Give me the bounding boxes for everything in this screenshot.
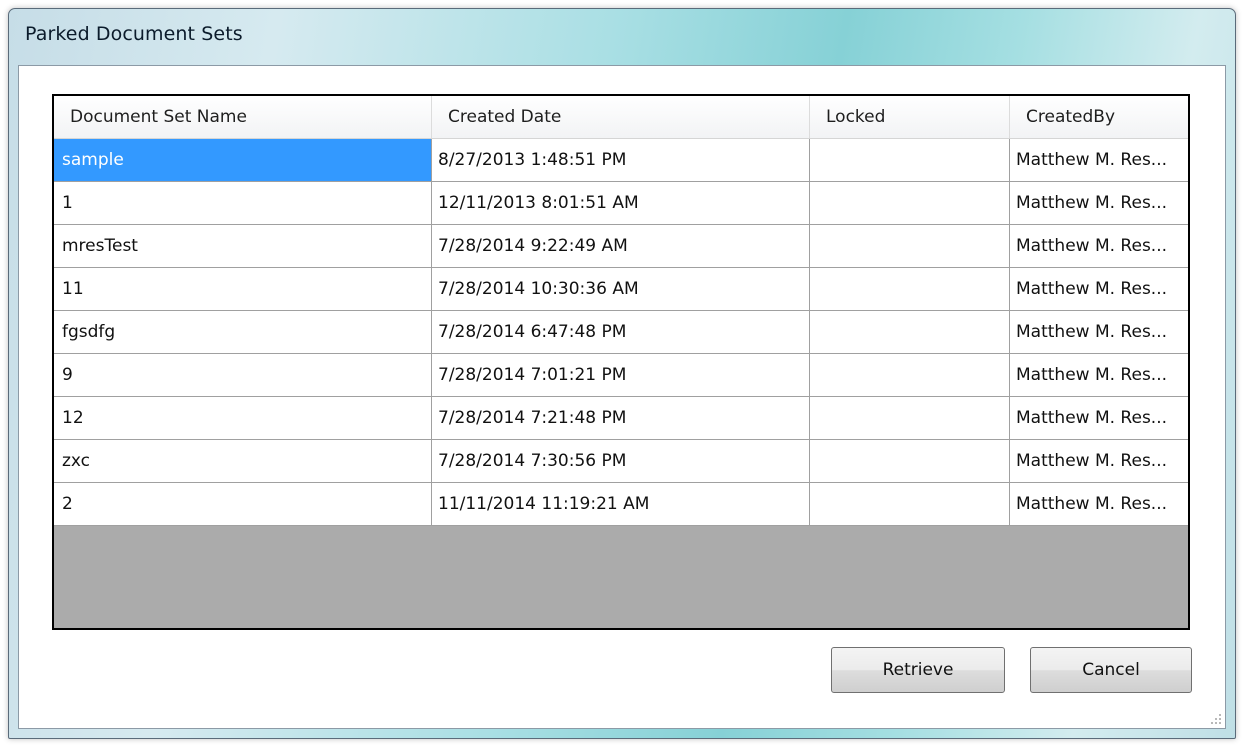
retrieve-button[interactable]: Retrieve	[831, 647, 1005, 693]
cell-document-set-name[interactable]: 2	[54, 483, 432, 526]
cell-locked[interactable]	[810, 440, 1010, 483]
cell-document-set-name[interactable]: zxc	[54, 440, 432, 483]
cell-locked[interactable]	[810, 139, 1010, 182]
cell-document-set-name[interactable]: 1	[54, 182, 432, 225]
cell-created-date[interactable]: 7/28/2014 9:22:49 AM	[432, 225, 810, 268]
cell-created-by[interactable]: Matthew M. Res...	[1010, 397, 1188, 440]
cell-created-by[interactable]: Matthew M. Res...	[1010, 311, 1188, 354]
cell-document-set-name[interactable]: mresTest	[54, 225, 432, 268]
column-header-document-set-name[interactable]: Document Set Name	[54, 96, 432, 138]
column-header-created-by[interactable]: CreatedBy	[1010, 96, 1188, 138]
table-row[interactable]: 11 7/28/2014 10:30:36 AM Matthew M. Res...	[54, 268, 1188, 311]
cell-created-date[interactable]: 7/28/2014 6:47:48 PM	[432, 311, 810, 354]
column-header-locked[interactable]: Locked	[810, 96, 1010, 138]
table-row[interactable]: 1 12/11/2013 8:01:51 AM Matthew M. Res...	[54, 182, 1188, 225]
cell-created-date[interactable]: 7/28/2014 7:21:48 PM	[432, 397, 810, 440]
cell-created-by[interactable]: Matthew M. Res...	[1010, 139, 1188, 182]
cell-created-by[interactable]: Matthew M. Res...	[1010, 354, 1188, 397]
cell-created-by[interactable]: Matthew M. Res...	[1010, 225, 1188, 268]
cell-created-date[interactable]: 11/11/2014 11:19:21 AM	[432, 483, 810, 526]
cell-created-date[interactable]: 12/11/2013 8:01:51 AM	[432, 182, 810, 225]
table-row[interactable]: mresTest 7/28/2014 9:22:49 AM Matthew M. R…	[54, 225, 1188, 268]
table-row[interactable]: sample 8/27/2013 1:48:51 PM Matthew M. Res…	[54, 139, 1188, 182]
cell-locked[interactable]	[810, 397, 1010, 440]
dialog-client-area: Document Set Name Created Date Locked Cr…	[18, 65, 1226, 729]
cell-locked[interactable]	[810, 268, 1010, 311]
cell-locked[interactable]	[810, 182, 1010, 225]
cell-created-date[interactable]: 8/27/2013 1:48:51 PM	[432, 139, 810, 182]
table-row[interactable]: 9 7/28/2014 7:01:21 PM Matthew M. Res...	[54, 354, 1188, 397]
document-sets-grid[interactable]: Document Set Name Created Date Locked Cr…	[52, 94, 1190, 630]
cell-document-set-name[interactable]: fgsdfg	[54, 311, 432, 354]
cell-document-set-name[interactable]: 12	[54, 397, 432, 440]
cell-locked[interactable]	[810, 311, 1010, 354]
cell-created-by[interactable]: Matthew M. Res...	[1010, 182, 1188, 225]
dialog-title: Parked Document Sets	[25, 23, 243, 45]
table-row[interactable]: fgsdfg 7/28/2014 6:47:48 PM Matthew M. Res…	[54, 311, 1188, 354]
cancel-button[interactable]: Cancel	[1030, 647, 1192, 693]
cell-locked[interactable]	[810, 225, 1010, 268]
cell-document-set-name[interactable]: sample	[54, 139, 432, 182]
table-row[interactable]: 12 7/28/2014 7:21:48 PM Matthew M. Res...	[54, 397, 1188, 440]
cell-created-by[interactable]: Matthew M. Res...	[1010, 440, 1188, 483]
cell-document-set-name[interactable]: 9	[54, 354, 432, 397]
parked-document-sets-dialog: Parked Document Sets Document Set Name C…	[8, 8, 1236, 739]
grid-header: Document Set Name Created Date Locked Cr…	[54, 96, 1188, 139]
cell-document-set-name[interactable]: 11	[54, 268, 432, 311]
resize-grip-icon[interactable]	[1207, 710, 1221, 724]
cell-created-by[interactable]: Matthew M. Res...	[1010, 268, 1188, 311]
cell-created-by[interactable]: Matthew M. Res...	[1010, 483, 1188, 526]
cell-locked[interactable]	[810, 354, 1010, 397]
cell-created-date[interactable]: 7/28/2014 10:30:36 AM	[432, 268, 810, 311]
cell-created-date[interactable]: 7/28/2014 7:01:21 PM	[432, 354, 810, 397]
table-row[interactable]: 2 11/11/2014 11:19:21 AM Matthew M. Res...	[54, 483, 1188, 526]
column-header-created-date[interactable]: Created Date	[432, 96, 810, 138]
cell-created-date[interactable]: 7/28/2014 7:30:56 PM	[432, 440, 810, 483]
cell-locked[interactable]	[810, 483, 1010, 526]
table-row[interactable]: zxc 7/28/2014 7:30:56 PM Matthew M. Res...	[54, 440, 1188, 483]
